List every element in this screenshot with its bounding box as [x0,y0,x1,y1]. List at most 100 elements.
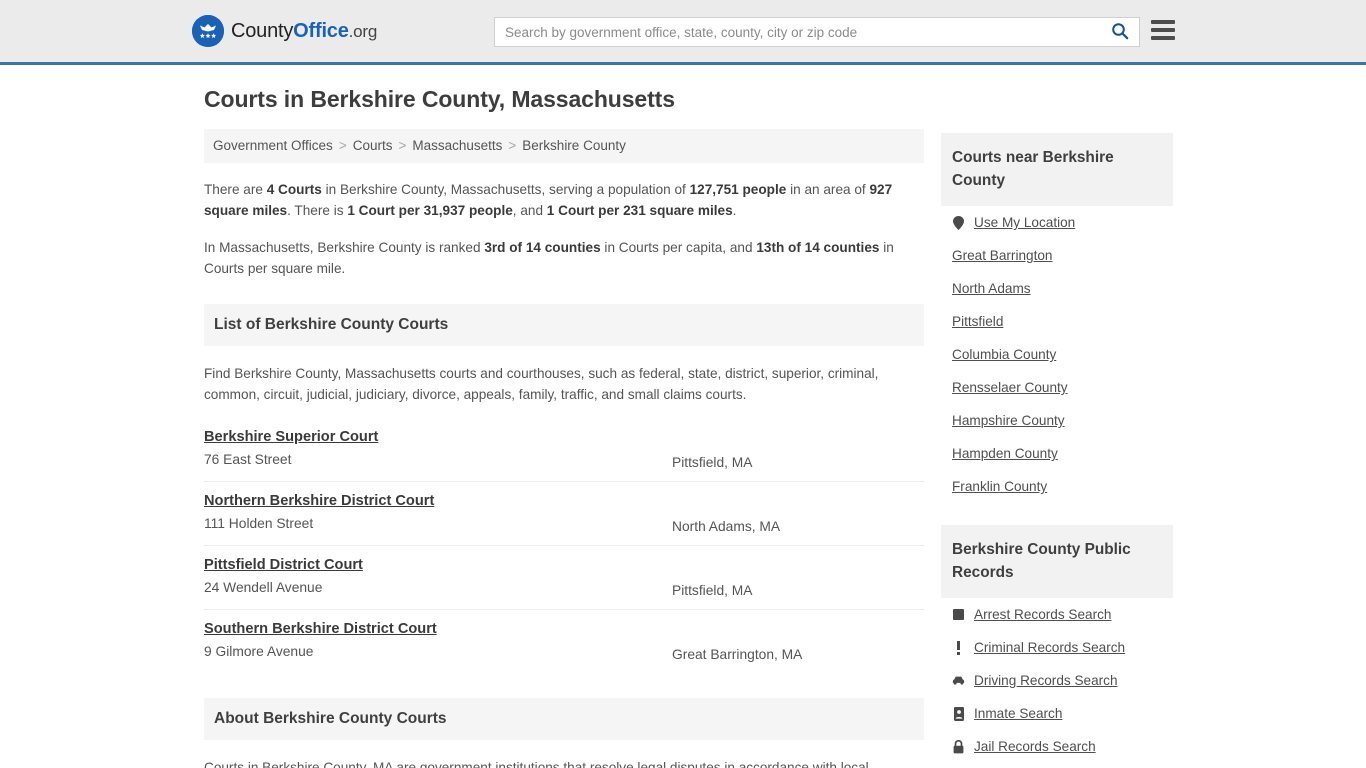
hamburger-bar [1151,20,1175,24]
breadcrumb-item-massachusetts[interactable]: Massachusetts [412,138,502,153]
sidebar-item-use-my-location[interactable]: Use My Location [941,206,1173,239]
hamburger-menu-icon[interactable] [1151,20,1175,40]
stat-text: in Courts per capita, and [600,240,757,255]
page-title: Courts in Berkshire County, Massachusett… [204,86,675,112]
breadcrumb-separator: > [398,138,407,153]
sidebar-item-great-barrington[interactable]: Great Barrington [941,239,1173,272]
table-row: Northern Berkshire District Court 111 Ho… [204,482,924,546]
court-city: North Adams, MA [672,519,781,534]
sidebar-item-arrest-records-search[interactable]: Arrest Records Search [941,598,1173,631]
sidebar-public-records-block: Berkshire County Public Records Arrest R… [941,525,1173,763]
id-badge-icon [952,706,965,721]
list-section-description: Find Berkshire County, Massachusetts cou… [204,366,879,402]
sidebar-link-label[interactable]: Use My Location [974,215,1075,230]
sidebar-link-label[interactable]: Arrest Records Search [974,607,1112,622]
stat-per-area: 1 Court per 231 square miles [546,203,733,218]
stat-population: 127,751 people [689,182,787,197]
sidebar-item-hampshire-county[interactable]: Hampshire County [941,404,1173,437]
sidebar-item-columbia-county[interactable]: Columbia County [941,338,1173,371]
sidebar-item-franklin-county[interactable]: Franklin County [941,470,1173,503]
section-header-list-of-courts: List of Berkshire County Courts [204,304,924,346]
sidebar-item-driving-records-search[interactable]: Driving Records Search [941,664,1173,697]
breadcrumb-separator: > [338,138,347,153]
stat-text: In Massachusetts, Berkshire County is ra… [204,240,485,255]
search-input[interactable] [495,19,1101,45]
sidebar-link-label[interactable]: Columbia County [952,347,1056,362]
fingerprint-square-icon [952,609,965,620]
sidebar-heading-public-records: Berkshire County Public Records [941,525,1173,598]
court-info: Southern Berkshire District Court 9 Gilm… [204,620,672,659]
sidebar-link-label[interactable]: Great Barrington [952,248,1053,263]
court-address: 24 Wendell Avenue [204,580,323,595]
table-row: Pittsfield District Court 24 Wendell Ave… [204,546,924,610]
sidebar-item-inmate-search[interactable]: Inmate Search [941,697,1173,730]
sidebar-link-label[interactable]: Franklin County [952,479,1047,494]
main-column: Government Offices > Courts > Massachusetts >… [204,129,924,768]
sidebar-link-label[interactable]: Rensselaer County [952,380,1068,395]
stat-courts-count: 4 Courts [266,182,322,197]
stat-text: , and [512,203,547,218]
table-row: Southern Berkshire District Court 9 Gilm… [204,610,924,673]
table-row: Berkshire Superior Court 76 East Street … [204,418,924,482]
sidebar-nearby-list: Use My Location Great Barrington North A… [941,206,1173,503]
sidebar-link-label[interactable]: Inmate Search [974,706,1062,721]
sidebar-link-label[interactable]: Hampden County [952,446,1058,461]
sidebar-link-label[interactable]: Driving Records Search [974,673,1118,688]
search-icon [1111,22,1129,43]
stat-text: in an area of [786,182,870,197]
site-header: CountyOffice.org [0,0,1366,65]
sidebar-link-label[interactable]: Jail Records Search [974,739,1096,754]
eagle-seal-icon [192,15,224,47]
lock-icon [952,739,965,754]
court-address: 111 Holden Street [204,516,314,531]
court-city: Pittsfield, MA [672,583,753,598]
logo-text-county: County [231,19,294,42]
breadcrumb-item-courts[interactable]: Courts [353,138,393,153]
sidebar-item-north-adams[interactable]: North Adams [941,272,1173,305]
car-icon [952,675,965,686]
logo-wordmark: CountyOffice.org [231,20,377,43]
breadcrumb: Government Offices > Courts > Massachusetts >… [204,129,924,163]
sidebar-item-jail-records-search[interactable]: Jail Records Search [941,730,1173,763]
stat-rank-per-capita: 3rd of 14 counties [484,240,601,255]
breadcrumb-item-government-offices[interactable]: Government Offices [213,138,333,153]
search-button[interactable] [1101,18,1139,46]
court-info: Northern Berkshire District Court 111 Ho… [204,492,672,531]
court-address: 9 Gilmore Avenue [204,644,314,659]
hamburger-bar [1151,28,1175,32]
court-list: Berkshire Superior Court 76 East Street … [204,418,924,673]
stat-per-capita: 1 Court per 31,937 people [347,203,513,218]
stats-paragraph-counts: There are 4 Courts in Berkshire County, … [204,179,924,221]
sidebar-item-rensselaer-county[interactable]: Rensselaer County [941,371,1173,404]
site-logo[interactable]: CountyOffice.org [192,15,377,47]
sidebar: Courts near Berkshire County Use My Loca… [941,133,1173,763]
sidebar-item-pittsfield[interactable]: Pittsfield [941,305,1173,338]
logo-text-org: .org [348,21,378,41]
sidebar-link-label[interactable]: North Adams [952,281,1031,296]
page-body: Courts in Berkshire County, Massachusett… [0,86,1366,768]
location-pin-icon [952,215,965,230]
exclamation-icon [952,640,965,655]
court-info: Pittsfield District Court 24 Wendell Ave… [204,556,672,595]
breadcrumb-separator: > [508,138,517,153]
stat-text: . [732,203,737,218]
sidebar-link-label[interactable]: Criminal Records Search [974,640,1125,655]
sidebar-item-hampden-county[interactable]: Hampden County [941,437,1173,470]
court-name-link[interactable]: Southern Berkshire District Court [204,621,437,637]
content-row: Government Offices > Courts > Massachusetts >… [204,129,1174,768]
court-name-link[interactable]: Pittsfield District Court [204,557,363,573]
court-name-link[interactable]: Berkshire Superior Court [204,429,378,445]
stat-text: . There is [287,203,348,218]
logo-text-office: Office [293,19,349,42]
court-address: 76 East Street [204,452,292,467]
hamburger-bar [1151,36,1175,40]
sidebar-link-label[interactable]: Hampshire County [952,413,1065,428]
sidebar-link-label[interactable]: Pittsfield [952,314,1003,329]
breadcrumb-item-berkshire-county[interactable]: Berkshire County [522,138,626,153]
court-name-link[interactable]: Northern Berkshire District Court [204,493,434,509]
search-bar[interactable] [494,17,1140,47]
stats-paragraph-rankings: In Massachusetts, Berkshire County is ra… [204,237,924,279]
sidebar-item-criminal-records-search[interactable]: Criminal Records Search [941,631,1173,664]
section-header-about-courts: About Berkshire County Courts [204,698,924,740]
about-body-text: Courts in Berkshire County, MA are gover… [204,760,869,768]
